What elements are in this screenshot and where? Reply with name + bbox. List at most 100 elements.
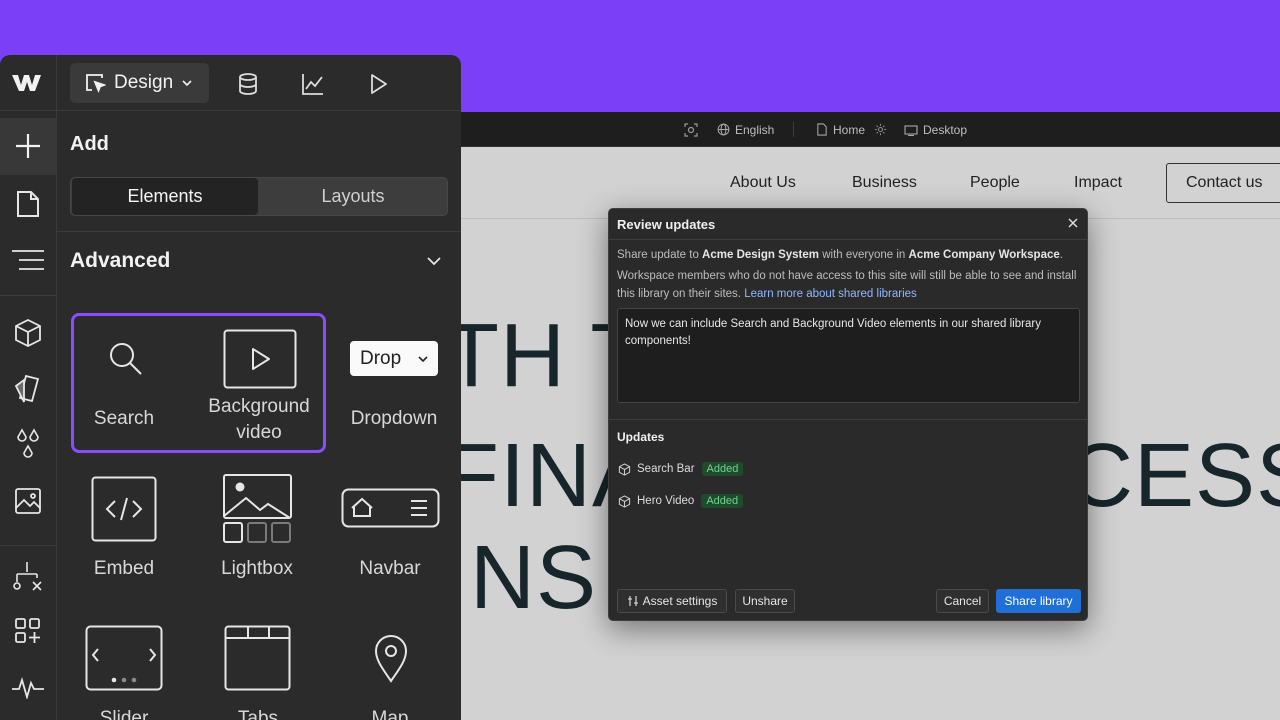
element-label-bg-video-2: video (236, 422, 282, 443)
dialog-divider (609, 419, 1087, 420)
desktop-icon (904, 124, 918, 136)
nav-link-business[interactable]: Business (852, 174, 917, 192)
design-mode-button[interactable]: Design (70, 63, 209, 103)
page-icon (817, 123, 827, 136)
element-label-search: Search (93, 408, 155, 429)
panel-toolbar: Design (57, 55, 461, 111)
language-label: English (735, 122, 775, 137)
variables-icon[interactable] (10, 427, 46, 463)
icon-rail (0, 55, 57, 720)
element-label-map: Map (371, 708, 409, 720)
page-settings-icon[interactable] (874, 112, 887, 147)
element-label-navbar: Navbar (359, 558, 421, 579)
design-mode-label: Design (114, 72, 174, 93)
update-name: Search Bar (637, 463, 695, 475)
assets-icon[interactable] (10, 483, 46, 519)
rail-divider (0, 545, 57, 546)
unshare-button[interactable]: Unshare (735, 589, 795, 613)
workspace-name: Acme Company Workspace (908, 249, 1060, 261)
toolbar-divider (793, 122, 794, 137)
advanced-section-title[interactable]: Advanced (70, 249, 170, 273)
rail-divider (0, 110, 57, 111)
add-panel-title: Add (70, 133, 109, 155)
navigator-icon[interactable] (10, 242, 46, 278)
close-icon[interactable] (1065, 215, 1081, 231)
element-label-slider: Slider (99, 708, 149, 720)
update-name: Hero Video (637, 495, 695, 507)
navbar-icon (341, 488, 440, 528)
component-icon (618, 494, 631, 508)
designer-panel: Design Add Elements Layouts Advanced Sea… (0, 55, 461, 720)
page-label: Home (833, 122, 866, 137)
cms-database-icon[interactable] (236, 72, 260, 96)
chevron-down-icon (182, 80, 192, 87)
update-row: Search Bar Added (618, 460, 744, 478)
apps-icon[interactable] (10, 613, 46, 649)
search-icon (110, 343, 142, 375)
code-icon (91, 476, 157, 542)
nav-link-impact[interactable]: Impact (1074, 174, 1122, 192)
dialog-title: Review updates (617, 217, 716, 232)
style-selectors-icon[interactable] (10, 370, 46, 406)
nav-link-about[interactable]: About Us (730, 174, 796, 192)
section-divider (57, 231, 461, 232)
library-name: Acme Design System (702, 249, 820, 261)
breakpoint-selector[interactable]: Desktop (904, 112, 967, 147)
cursor-icon (86, 74, 106, 93)
dropdown-preview-icon: Drop (350, 341, 438, 376)
webflow-logo-icon[interactable] (10, 65, 46, 101)
update-row: Hero Video Added (618, 492, 744, 510)
tabs-icon (224, 625, 291, 691)
hero-heading-line-2b: CESS (1068, 426, 1280, 526)
share-prefix: Share update to (617, 249, 703, 261)
nav-link-people[interactable]: People (970, 174, 1020, 192)
share-middle: with everyone in (819, 249, 909, 261)
review-updates-dialog: Review updates Share update to Acme Desi… (608, 208, 1088, 621)
dropdown-preview-label: Drop (360, 347, 402, 369)
share-suffix: . (1059, 249, 1063, 261)
learn-more-link[interactable]: Learn more about shared libraries (744, 288, 917, 300)
share-library-button[interactable]: Share library (996, 589, 1081, 613)
cancel-button[interactable]: Cancel (936, 589, 989, 613)
element-label-tabs: Tabs (237, 708, 279, 720)
globe-icon (717, 123, 730, 136)
element-label-lightbox: Lightbox (221, 558, 293, 579)
canvas-toolbar: English Home Desktop (440, 112, 1280, 147)
sliders-icon (627, 596, 638, 606)
add-icon[interactable] (10, 128, 46, 164)
activity-icon[interactable] (10, 670, 46, 706)
tab-elements[interactable]: Elements (72, 178, 258, 215)
page-selector[interactable]: Home (816, 112, 865, 147)
share-info: Workspace members who do not have access… (617, 267, 1079, 303)
chevron-down-icon[interactable] (426, 253, 442, 269)
pages-icon[interactable] (10, 186, 46, 222)
video-play-icon (223, 329, 297, 389)
element-label-bg-video-1: Background (208, 396, 310, 417)
dialog-divider (609, 239, 1087, 240)
hero-heading-line-3: INS (444, 528, 598, 628)
status-badge: Added (701, 494, 744, 508)
tab-layouts[interactable]: Layouts (259, 178, 447, 215)
update-message-textarea[interactable]: Now we can include Search and Background… (617, 308, 1080, 403)
lightbox-icon (223, 474, 292, 543)
updates-heading: Updates (617, 430, 665, 444)
analytics-icon[interactable] (301, 72, 325, 96)
asset-settings-label: Asset settings (642, 594, 718, 608)
element-label-dropdown: Dropdown (350, 408, 438, 429)
logic-icon[interactable] (10, 558, 46, 594)
slider-icon (85, 625, 163, 691)
preview-icon[interactable] (683, 112, 699, 147)
map-pin-icon (374, 635, 408, 683)
share-description: Share update to Acme Design System with … (617, 246, 1079, 264)
language-selector[interactable]: English (717, 112, 774, 147)
asset-settings-button[interactable]: Asset settings (617, 589, 727, 613)
element-label-embed: Embed (93, 558, 155, 579)
breakpoint-label: Desktop (923, 122, 968, 137)
status-badge: Added (701, 462, 744, 476)
chevron-down-icon (418, 355, 428, 362)
add-panel-tabs: Elements Layouts (70, 177, 448, 216)
play-preview-icon[interactable] (366, 72, 390, 96)
components-icon[interactable] (10, 315, 46, 351)
contact-button[interactable]: Contact us (1166, 163, 1280, 203)
component-icon (618, 462, 631, 476)
